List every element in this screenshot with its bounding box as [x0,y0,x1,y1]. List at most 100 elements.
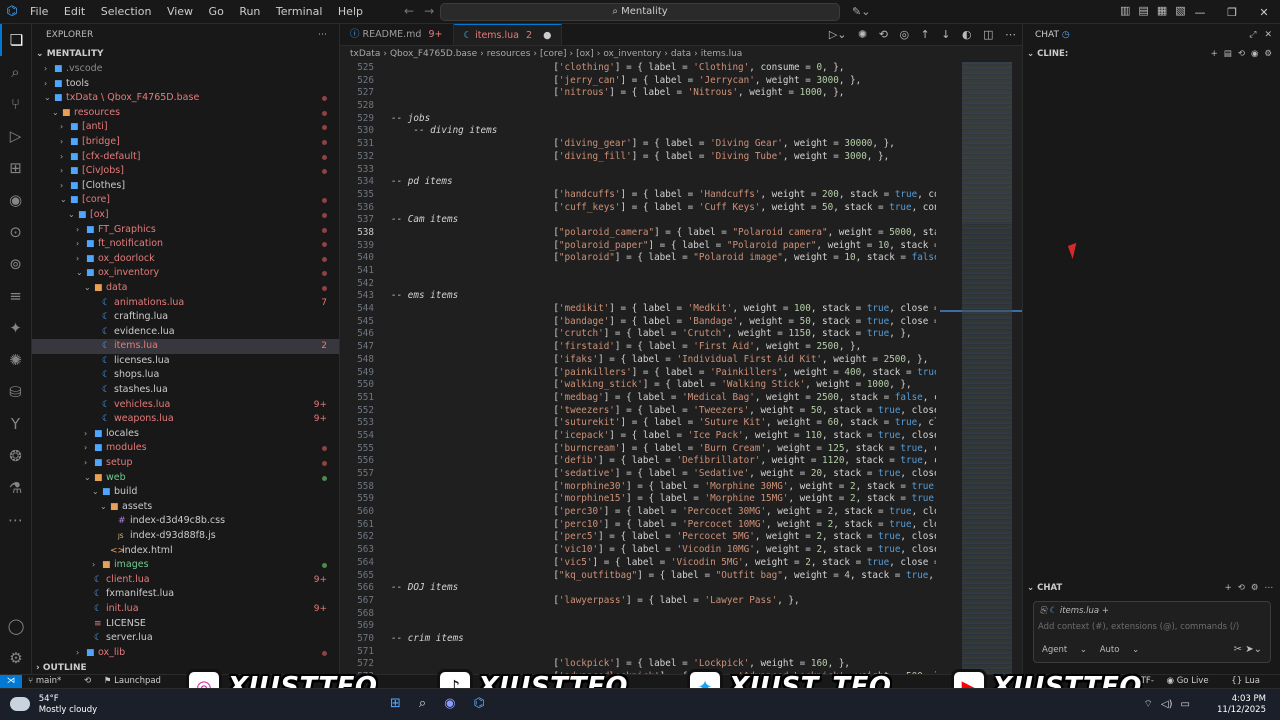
git-graph-icon[interactable]: Y [0,408,31,440]
code-line[interactable]: 561 ['perc10'] = { label = 'Percocet 10M… [340,519,936,532]
code-line[interactable]: 569 [340,620,936,633]
code-line[interactable]: 570 -- crim items [340,633,936,646]
folder-item[interactable]: › ■ [bridge] [32,135,339,150]
file-item[interactable]: # index-d3d49c8b.css [32,514,339,529]
menu-terminal[interactable]: Terminal [270,5,329,18]
launchpad-status[interactable]: ⚑ Launchpad [104,676,171,686]
code-view[interactable]: 525 ['clothing'] = { label = 'Clothing',… [340,62,936,674]
code-line[interactable]: 543 -- ems items [340,290,936,303]
file-item[interactable]: JS index-d93d88f8.js [32,529,339,544]
menu-go[interactable]: Go [203,5,230,18]
file-item[interactable]: ☾ server.lua [32,631,339,646]
code-line[interactable]: 529 -- jobs [340,113,936,126]
folder-item[interactable]: › ■ ft_notification [32,237,339,252]
breadcrumb-item[interactable]: txData [350,49,380,59]
toggle-panel-icon[interactable]: ▤ [1138,4,1148,17]
code-line[interactable]: 554 ['icepack'] = { label = 'Ice Pack', … [340,430,936,443]
minimap-viewport[interactable] [962,62,1012,222]
close-icon[interactable]: ✕ [1248,6,1280,19]
tools-icon[interactable]: ✂ [1234,644,1242,655]
minimap[interactable] [962,62,1012,674]
code-line[interactable]: 542 [340,278,936,291]
tab-items-lua[interactable]: ☾ items.lua 2 ● [453,24,563,45]
code-line[interactable]: 564 ['vic5'] = { label = 'Vicodin 5MG', … [340,557,936,570]
file-item[interactable]: ☾ items.lua 2 [32,339,339,354]
code-line[interactable]: 555 ['burncream'] = { label = 'Burn Crea… [340,443,936,456]
battery-icon[interactable]: ▭ [1181,699,1190,710]
branch-status[interactable]: ⑂ main* [28,676,71,686]
more-actions-icon[interactable]: ⋯ [318,24,327,46]
search-view-icon[interactable]: ⌕ [0,56,31,88]
golive-status[interactable]: ◉ Go Live [1167,676,1219,686]
vscode-taskbar-icon[interactable]: ⌬ [474,696,485,711]
folder-item[interactable]: ⌄ ■ build [32,485,339,500]
folder-item[interactable]: › ■ images [32,558,339,573]
folder-item[interactable]: ⌄ ■ [core] [32,193,339,208]
source-control-icon[interactable]: ⑂ [0,88,31,120]
folder-item[interactable]: › ■ setup [32,456,339,471]
code-line[interactable]: 535 ['handcuffs'] = { label = 'Handcuffs… [340,189,936,202]
folder-item[interactable]: ⌄ ■ assets [32,500,339,515]
workspace-header[interactable]: ⌄ MENTALITY [32,46,339,62]
breadcrumb-item[interactable]: items.lua [701,49,743,59]
folder-item[interactable]: ⌄ ■ ox_inventory [32,266,339,281]
code-line[interactable]: 553 ['suturekit'] = { label = 'Suture Ki… [340,417,936,430]
file-item[interactable]: ☾ stashes.lua [32,383,339,398]
settings-gear-icon[interactable]: ⚙ [0,642,32,674]
compare-icon[interactable]: ◎ [899,28,909,41]
code-line[interactable]: 568 [340,608,936,621]
chat-more-icon[interactable]: ⋯ [1265,583,1274,593]
language-status[interactable]: {} Lua [1231,676,1270,686]
code-line[interactable]: 527 ['nitrous'] = { label = 'Nitrous', w… [340,87,936,100]
chat-input[interactable] [1038,622,1266,632]
context-chip[interactable]: ⎘ ☾ items.lua + [1040,606,1109,616]
file-item[interactable]: ☾ fxmanifest.lua [32,587,339,602]
python-icon[interactable]: ✦ [0,312,31,344]
new-task-icon[interactable]: + [1211,49,1218,59]
account-icon[interactable]: ◉ [1251,49,1258,59]
menu-help[interactable]: Help [332,5,369,18]
breadcrumb-item[interactable]: [ox] [576,49,594,59]
code-line[interactable]: 539 ["polaroid_paper"] = { label = "Pola… [340,240,936,253]
mcp-icon[interactable]: ▤ [1224,49,1232,59]
folder-item[interactable]: › ■ [anti] [32,120,339,135]
attach-icon[interactable]: ⎘ [1040,606,1047,616]
cline-settings-icon[interactable]: ⚙ [1264,49,1272,59]
code-line[interactable]: 532 ['diving_fill'] = { label = 'Diving … [340,151,936,164]
split-editor-icon[interactable]: ◫ [983,28,993,41]
openai-icon[interactable]: ✺ [0,344,31,376]
file-item[interactable]: ☾ weapons.lua 9+ [32,412,339,427]
code-line[interactable]: 541 [340,265,936,278]
folder-item[interactable]: › ■ modules [32,441,339,456]
account-icon[interactable]: ◯ [0,610,32,642]
back-arrow-icon[interactable]: ← [404,4,414,18]
file-item[interactable]: ☾ evidence.lua [32,325,339,340]
file-item[interactable]: ☾ client.lua 9+ [32,573,339,588]
run-icon[interactable]: ▷⌄ [829,28,847,41]
explorer-icon[interactable]: ❏ [0,24,31,56]
code-line[interactable]: 548 ['ifaks'] = { label = 'Individual Fi… [340,354,936,367]
file-item[interactable]: <>index.html [32,544,339,559]
code-line[interactable]: 549 ['painkillers'] = { label = 'Painkil… [340,367,936,380]
database-icon[interactable]: ⛁ [0,376,31,408]
maximize-icon[interactable]: ❐ [1216,6,1248,19]
folder-item[interactable]: › ■ .vscode [32,62,339,77]
chat-settings-icon[interactable]: ⚙ [1251,583,1259,593]
close-panel-icon[interactable]: ✕ [1264,30,1272,40]
code-line[interactable]: 525 ['clothing'] = { label = 'Clothing',… [340,62,936,75]
menu-edit[interactable]: Edit [58,5,91,18]
breadcrumb-item[interactable]: resources [487,49,531,59]
folder-item[interactable]: ⌄ ■ data [32,281,339,296]
more-views-icon[interactable]: ⋯ [0,504,31,536]
model-dropdown[interactable]: Auto ⌄ [1100,645,1140,655]
code-line[interactable]: 560 ['perc30'] = { label = 'Percocet 30M… [340,506,936,519]
testing-icon[interactable]: ⚗ [0,472,31,504]
code-line[interactable]: 545 ['bandage'] = { label = 'Bandage', w… [340,316,936,329]
chat-section-header[interactable]: ⌄ CHAT + ⟲ ⚙ ⋯ [1023,580,1280,596]
file-item[interactable]: ☾ crafting.lua [32,310,339,325]
extensions-icon[interactable]: ⊞ [0,152,31,184]
chat-history-list-icon[interactable]: ⟲ [1238,583,1245,593]
folder-item[interactable]: ⌄ ■ resources [32,106,339,121]
taskbar-clock[interactable]: 4:03 PM 11/12/2025 [1217,694,1266,716]
code-line[interactable]: 556 ['defib'] = { label = 'Defibrillator… [340,455,936,468]
